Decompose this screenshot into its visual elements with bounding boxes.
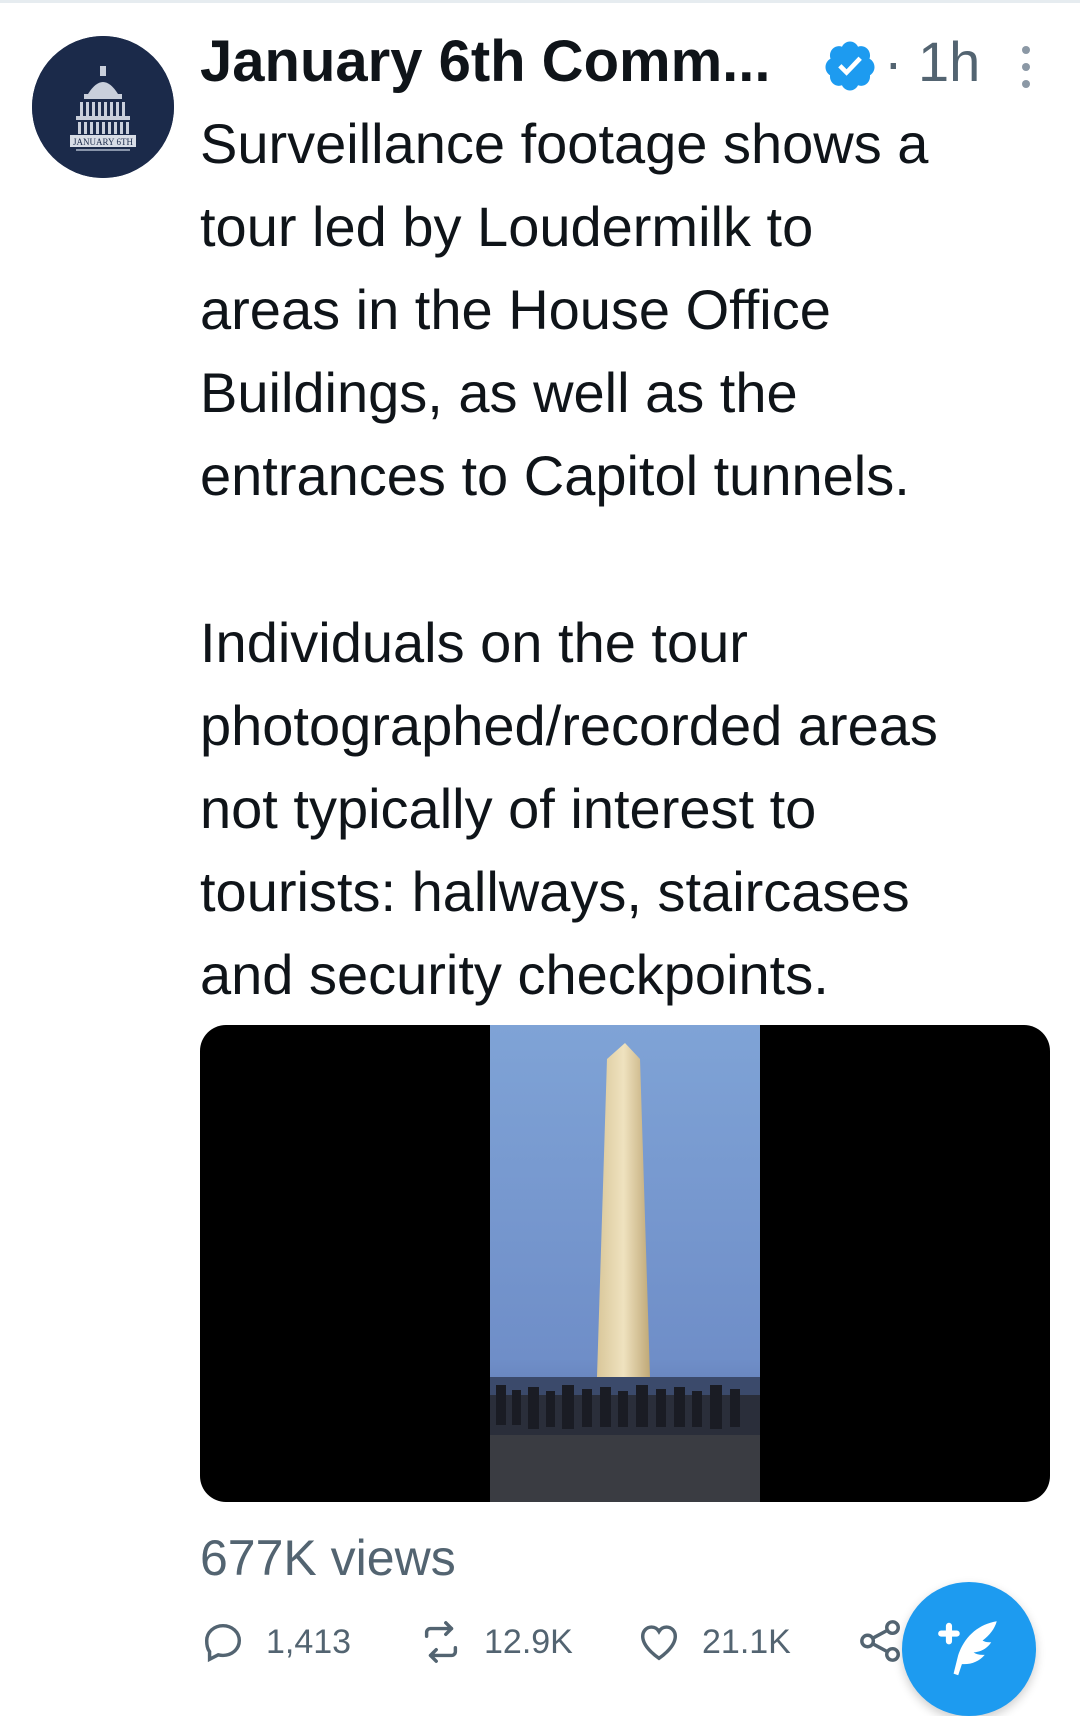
tweet-text: Surveillance footage shows a tour led by… [200,102,1060,1016]
tweet-paragraph: Individuals on the tour photographed/rec… [200,611,938,1006]
reply-count: 1,413 [266,1622,352,1661]
avatar-label: JANUARY 6TH [73,137,133,147]
like-count: 21.1K [702,1622,791,1661]
more-vertical-icon[interactable] [1018,42,1034,92]
tweet-paragraph: Surveillance footage shows a tour led by… [200,112,929,507]
verified-badge-icon [825,41,875,91]
compose-tweet-icon [938,1621,997,1676]
timestamp[interactable]: 1h [918,30,980,94]
tweet[interactable]: JANUARY 6TH January 6th Comm... · 1h Sur… [0,0,1080,1716]
tweet-header: January 6th Comm... · 1h [200,30,1060,94]
view-count: 677K views [200,1530,456,1586]
compose-tweet-button[interactable] [902,1582,1036,1716]
capitol-logo-icon: JANUARY 6TH [32,36,174,178]
video-player[interactable] [200,1025,1050,1502]
author-name[interactable]: January 6th Comm... [200,30,770,94]
share-icon[interactable] [858,1618,904,1664]
header-separator: · [884,30,903,93]
reply-button[interactable]: 1,413 [200,1612,351,1672]
like-button[interactable]: 21.1K [636,1612,791,1672]
avatar[interactable]: JANUARY 6TH [32,36,174,178]
heart-icon [640,1625,678,1661]
reply-icon [204,1623,242,1663]
video-frame-monument [490,1025,760,1502]
retweet-icon [424,1621,458,1663]
retweet-count: 12.9K [484,1622,573,1661]
retweet-button[interactable]: 12.9K [418,1612,573,1672]
